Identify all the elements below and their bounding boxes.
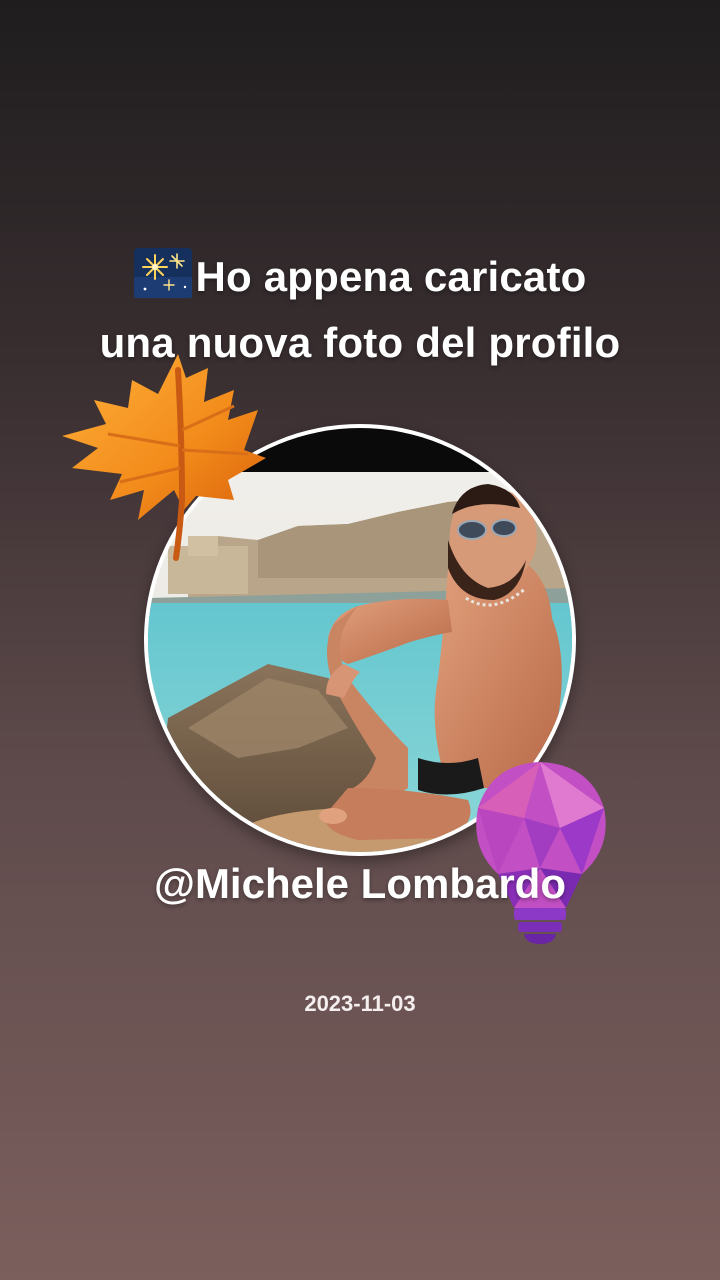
maple-leaf-icon	[58, 350, 273, 565]
profile-username: @Michele Lombardo	[153, 860, 566, 907]
headline-text-1: Ho appena caricato	[195, 253, 587, 300]
lightbulb-icon	[470, 758, 610, 948]
headline-line-1: Ho appena caricato	[0, 244, 720, 310]
fireworks-icon	[133, 247, 193, 299]
post-date: 2023-11-03	[304, 991, 416, 1016]
